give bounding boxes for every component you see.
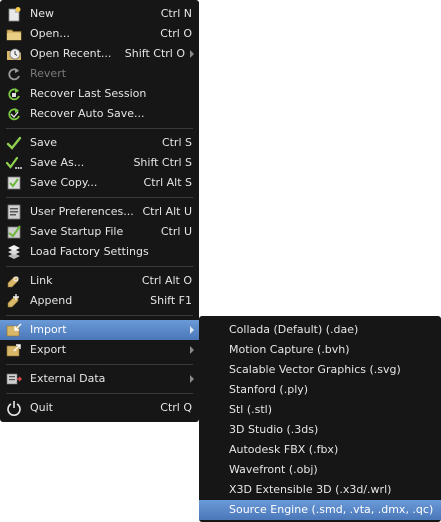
menu-item-link-label: Link — [30, 274, 53, 287]
menu-item-recover-auto-label: Recover Auto Save... — [30, 107, 145, 120]
menu-item-open-label: Open... — [30, 27, 70, 40]
factory-settings-icon — [6, 244, 22, 260]
menu-item-save-shortcut: Ctrl S — [161, 136, 192, 149]
menu-item-recover-last-label: Recover Last Session — [30, 87, 147, 100]
menu-item-export-label: Export — [30, 343, 67, 356]
import-item-source-engine[interactable]: Source Engine (.smd, .vta, .dmx, .qc) — [199, 500, 441, 520]
revert-icon — [6, 66, 22, 82]
separator — [6, 315, 193, 316]
menu-item-export[interactable]: Export — [0, 340, 199, 360]
separator — [6, 364, 193, 365]
folder-icon — [6, 26, 22, 42]
new-file-icon — [6, 6, 22, 22]
import-item-label: Stl (.stl) — [229, 403, 273, 416]
menu-item-append-shortcut: Shift F1 — [150, 294, 192, 307]
import-submenu: Collada (Default) (.dae) Motion Capture … — [199, 316, 441, 522]
checkmark-dots-icon — [6, 155, 22, 171]
import-item-obj[interactable]: Wavefront (.obj) — [199, 460, 441, 480]
menu-item-save-as-label: Save As... — [30, 156, 85, 169]
menu-item-quit-label: Quit — [30, 401, 53, 414]
menu-item-open[interactable]: Open... Ctrl O — [0, 24, 199, 44]
separator — [6, 266, 193, 267]
menu-item-open-recent-label: Open Recent... — [30, 47, 112, 60]
menu-item-revert: Revert — [0, 64, 199, 84]
menu-item-save-copy-shortcut: Ctrl Alt S — [143, 176, 192, 189]
external-data-icon — [6, 371, 22, 387]
menu-item-save-startup-label: Save Startup File — [30, 225, 124, 238]
menu-item-link[interactable]: Link Ctrl Alt O — [0, 271, 199, 291]
import-item-stl[interactable]: Stl (.stl) — [199, 400, 441, 420]
save-startup-icon — [6, 224, 22, 240]
import-item-svg[interactable]: Scalable Vector Graphics (.svg) — [199, 360, 441, 380]
menu-item-save[interactable]: Save Ctrl S — [0, 133, 199, 153]
import-item-x3d[interactable]: X3D Extensible 3D (.x3d/.wrl) — [199, 480, 441, 500]
link-icon — [6, 273, 22, 289]
separator — [6, 197, 193, 198]
menu-item-recover-auto-save[interactable]: Recover Auto Save... — [0, 104, 199, 124]
menu-item-recover-last-session[interactable]: Recover Last Session — [0, 84, 199, 104]
menu-item-import[interactable]: Import — [0, 320, 199, 340]
import-item-label: Stanford (.ply) — [229, 383, 309, 396]
menu-item-load-factory-settings[interactable]: Load Factory Settings — [0, 242, 199, 262]
save-copy-icon — [6, 175, 22, 191]
file-menu: New Ctrl N Open... Ctrl O Open Recent...… — [0, 0, 199, 422]
menu-item-user-preferences[interactable]: User Preferences... Ctrl Alt U — [0, 202, 199, 222]
submenu-arrow-icon — [190, 346, 194, 354]
menu-item-quit[interactable]: Quit Ctrl Q — [0, 398, 199, 418]
append-icon — [6, 293, 22, 309]
submenu-arrow-icon — [190, 326, 194, 334]
import-item-ply[interactable]: Stanford (.ply) — [199, 380, 441, 400]
menu-item-append[interactable]: Append Shift F1 — [0, 291, 199, 311]
menu-item-import-label: Import — [30, 323, 67, 336]
import-item-fbx[interactable]: Autodesk FBX (.fbx) — [199, 440, 441, 460]
menu-item-save-copy-label: Save Copy... — [30, 176, 98, 189]
menu-item-open-recent[interactable]: Open Recent... Shift Ctrl O — [0, 44, 199, 64]
checkmark-icon — [6, 135, 22, 151]
menu-item-save-as-shortcut: Shift Ctrl S — [133, 156, 192, 169]
import-item-label: 3D Studio (.3ds) — [229, 423, 319, 436]
menu-item-link-shortcut: Ctrl Alt O — [141, 274, 192, 287]
menu-item-save-startup-file[interactable]: Save Startup File Ctrl U — [0, 222, 199, 242]
import-item-bvh[interactable]: Motion Capture (.bvh) — [199, 340, 441, 360]
submenu-arrow-icon — [190, 50, 194, 58]
import-item-label: Autodesk FBX (.fbx) — [229, 443, 339, 456]
recent-icon — [6, 46, 22, 62]
import-item-3ds[interactable]: 3D Studio (.3ds) — [199, 420, 441, 440]
preferences-icon — [6, 204, 22, 220]
export-icon — [6, 342, 22, 358]
recover-auto-icon — [6, 106, 22, 122]
submenu-arrow-icon — [190, 375, 194, 383]
import-item-label: X3D Extensible 3D (.x3d/.wrl) — [229, 483, 392, 496]
import-icon — [6, 322, 22, 338]
import-item-collada[interactable]: Collada (Default) (.dae) — [199, 320, 441, 340]
menu-item-quit-shortcut: Ctrl Q — [160, 401, 192, 414]
menu-item-save-startup-shortcut: Ctrl U — [160, 225, 192, 238]
menu-item-open-shortcut: Ctrl O — [160, 27, 192, 40]
import-item-label: Wavefront (.obj) — [229, 463, 318, 476]
menu-item-user-preferences-label: User Preferences... — [30, 205, 134, 218]
menu-item-load-factory-label: Load Factory Settings — [30, 245, 149, 258]
import-item-label: Collada (Default) (.dae) — [229, 323, 359, 336]
menu-item-revert-label: Revert — [30, 67, 67, 80]
menu-item-save-as[interactable]: Save As... Shift Ctrl S — [0, 153, 199, 173]
import-item-label: Scalable Vector Graphics (.svg) — [229, 363, 401, 376]
import-item-label: Motion Capture (.bvh) — [229, 343, 350, 356]
menu-item-external-data[interactable]: External Data — [0, 369, 199, 389]
screen: New Ctrl N Open... Ctrl O Open Recent...… — [0, 0, 441, 522]
menu-item-append-label: Append — [30, 294, 73, 307]
menu-item-save-copy[interactable]: Save Copy... Ctrl Alt S — [0, 173, 199, 193]
menu-item-new[interactable]: New Ctrl N — [0, 4, 199, 24]
menu-item-open-recent-shortcut: Shift Ctrl O — [124, 47, 185, 60]
menu-item-new-label: New — [30, 7, 54, 20]
menu-item-user-preferences-shortcut: Ctrl Alt U — [142, 205, 192, 218]
menu-item-new-shortcut: Ctrl N — [160, 7, 192, 20]
menu-item-save-label: Save — [30, 136, 58, 149]
separator — [6, 128, 193, 129]
recover-icon — [6, 86, 22, 102]
power-icon — [6, 400, 22, 416]
menu-item-external-data-label: External Data — [30, 372, 106, 385]
import-item-label: Source Engine (.smd, .vta, .dmx, .qc) — [229, 503, 434, 516]
separator — [6, 393, 193, 394]
